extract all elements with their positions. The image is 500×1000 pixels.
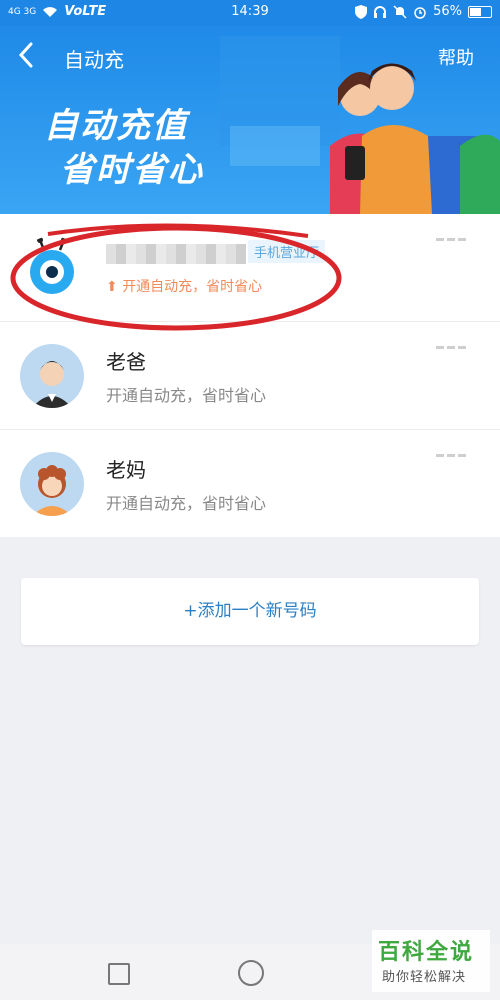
banner-slogan-line2: 省时省心: [60, 150, 204, 190]
battery-icon: [468, 5, 492, 18]
battery-percent: 56%: [433, 4, 462, 19]
contact-list: 手机营业厅 ⬆ 开通自动充，省时省心 老爸 开通自动充，省时省心 老妈 开通自动…: [0, 214, 500, 537]
contact-name: 老爸: [106, 350, 146, 374]
recent-apps-icon[interactable]: [108, 963, 130, 985]
couple-illustration: [220, 36, 500, 214]
add-number-button[interactable]: +添加一个新号码: [21, 578, 479, 645]
promo-subtitle-text: 开通自动充，省时省心: [122, 279, 263, 295]
page-title: 自动充: [64, 48, 124, 72]
source-tag: 手机营业厅: [248, 240, 326, 263]
masked-phone-number: [106, 244, 246, 264]
more-options-icon[interactable]: [436, 238, 466, 244]
alien-mascot-icon: [20, 236, 84, 300]
contact-name: 老妈: [106, 458, 146, 482]
list-item[interactable]: 老妈 开通自动充，省时省心: [0, 430, 500, 537]
mute-bell-icon: [393, 4, 407, 19]
watermark-title: 百科全说: [378, 940, 475, 965]
man-avatar-icon: [20, 344, 84, 408]
status-bar: 4G 3G VoLTE 14:39 56%: [0, 0, 500, 26]
banner-slogan-line1: 自动充值: [44, 106, 188, 146]
alarm-icon: [414, 6, 426, 19]
list-item[interactable]: 老爸 开通自动充，省时省心: [0, 322, 500, 430]
headphones-icon: [374, 5, 387, 18]
watermark: 百科全说 助你轻松解决: [372, 930, 490, 992]
more-options-icon[interactable]: [436, 454, 466, 460]
more-options-icon[interactable]: [436, 346, 466, 352]
list-item[interactable]: 手机营业厅 ⬆ 开通自动充，省时省心: [0, 214, 500, 331]
chevron-left-icon: [18, 42, 33, 68]
watermark-subtitle: 助你轻松解决: [382, 970, 467, 985]
contact-subtitle: 开通自动充，省时省心: [106, 494, 267, 513]
promo-subtitle: ⬆ 开通自动充，省时省心: [106, 276, 262, 296]
woman-avatar-icon: [20, 452, 84, 516]
back-button[interactable]: [18, 42, 34, 73]
arrow-up-icon: ⬆: [106, 279, 123, 295]
home-icon[interactable]: [238, 960, 264, 986]
shield-icon: [355, 4, 368, 19]
status-right: 56%: [355, 4, 492, 19]
contact-subtitle: 开通自动充，省时省心: [106, 386, 267, 405]
header-banner: 自动充 帮助 自动充值 省时省心: [0, 26, 500, 214]
